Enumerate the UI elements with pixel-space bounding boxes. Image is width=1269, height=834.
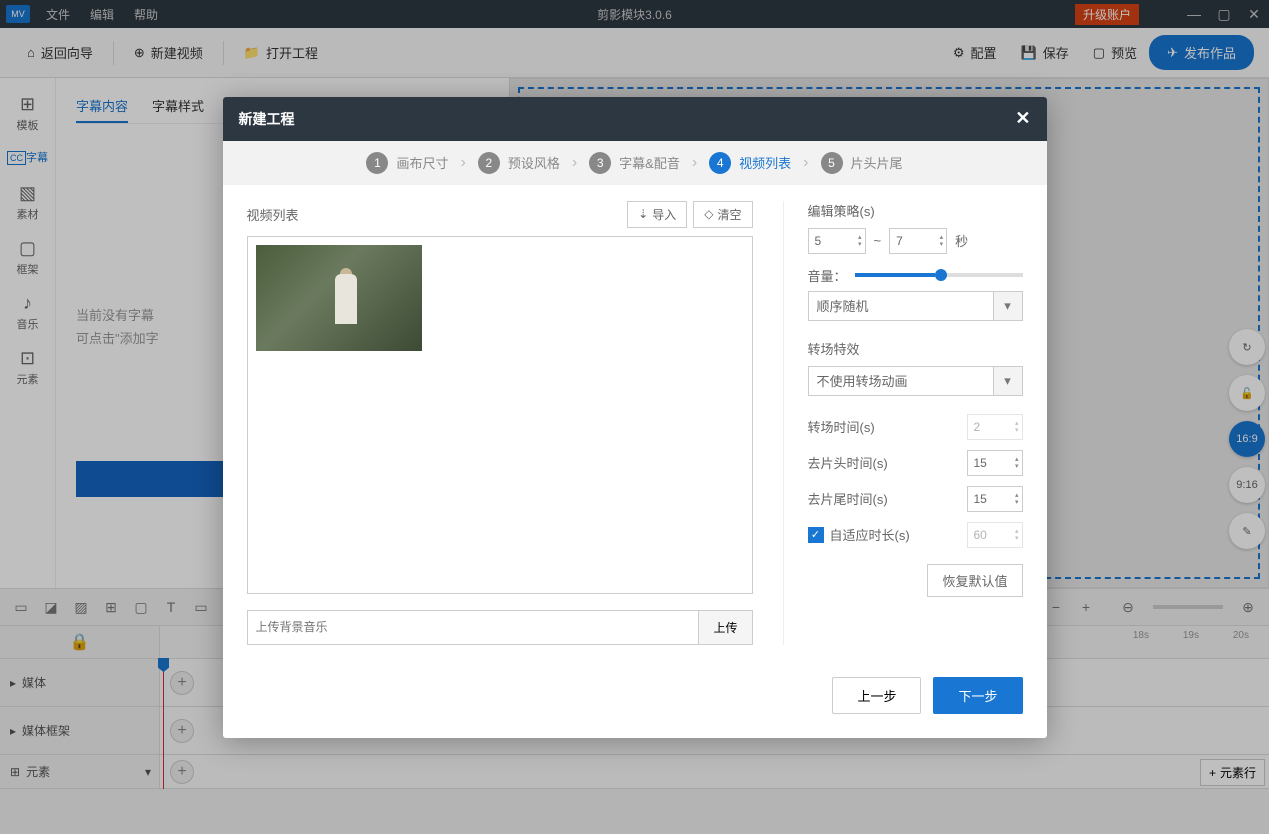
chevron-right-icon: › — [803, 154, 808, 172]
video-list[interactable] — [247, 236, 753, 594]
volume-label: 音量： — [808, 266, 847, 285]
edit-strategy-label: 编辑策略(s) — [808, 201, 1023, 220]
step-2[interactable]: 2预设风格 — [478, 152, 560, 174]
step-5[interactable]: 5片头片尾 — [821, 152, 903, 174]
restore-defaults-button[interactable]: 恢复默认值 — [927, 564, 1022, 597]
import-icon: ⇣ — [638, 207, 648, 221]
trim-head-input[interactable]: 15 — [967, 450, 1023, 476]
new-project-modal: 新建工程 ✕ 1画布尺寸 › 2预设风格 › 3字幕&配音 › 4视频列表 › 5片头片… — [223, 97, 1047, 738]
trim-tail-input[interactable]: 15 — [967, 486, 1023, 512]
adaptive-label: 自适应时长(s) — [830, 525, 910, 544]
order-dropdown[interactable]: 顺序随机 — [808, 291, 1023, 321]
transition-label: 转场特效 — [808, 339, 1023, 358]
adaptive-input[interactable]: 60 — [967, 522, 1023, 548]
trans-time-input[interactable]: 2 — [967, 414, 1023, 440]
prev-button[interactable]: 上一步 — [832, 677, 921, 714]
video-list-title: 视频列表 — [247, 205, 299, 224]
volume-slider[interactable] — [855, 273, 1023, 277]
trans-time-label: 转场时间(s) — [808, 417, 875, 436]
music-input[interactable] — [247, 610, 699, 645]
wizard-steps: 1画布尺寸 › 2预设风格 › 3字幕&配音 › 4视频列表 › 5片头片尾 — [223, 141, 1047, 185]
chevron-right-icon: › — [460, 154, 465, 172]
max-seconds-input[interactable]: 7 — [889, 228, 947, 254]
modal-overlay: 新建工程 ✕ 1画布尺寸 › 2预设风格 › 3字幕&配音 › 4视频列表 › 5片头片… — [0, 0, 1269, 834]
seconds-label: 秒 — [955, 231, 968, 250]
tilde: ~ — [874, 233, 882, 248]
adaptive-checkbox[interactable]: ✓ — [808, 527, 824, 543]
trim-tail-label: 去片尾时间(s) — [808, 489, 888, 508]
chevron-right-icon: › — [572, 154, 577, 172]
clear-button[interactable]: ◇清空 — [693, 201, 752, 228]
import-button[interactable]: ⇣导入 — [627, 201, 687, 228]
video-thumbnail[interactable] — [256, 245, 422, 351]
modal-close-icon[interactable]: ✕ — [1015, 108, 1030, 129]
transition-dropdown[interactable]: 不使用转场动画 — [808, 366, 1023, 396]
next-button[interactable]: 下一步 — [933, 677, 1022, 714]
step-1[interactable]: 1画布尺寸 — [366, 152, 448, 174]
clear-icon: ◇ — [704, 207, 713, 221]
modal-title: 新建工程 — [239, 109, 295, 129]
upload-button[interactable]: 上传 — [698, 610, 752, 645]
chevron-right-icon: › — [692, 154, 697, 172]
trim-head-label: 去片头时间(s) — [808, 453, 888, 472]
step-4[interactable]: 4视频列表 — [709, 152, 791, 174]
min-seconds-input[interactable]: 5 — [808, 228, 866, 254]
step-3[interactable]: 3字幕&配音 — [589, 152, 680, 174]
